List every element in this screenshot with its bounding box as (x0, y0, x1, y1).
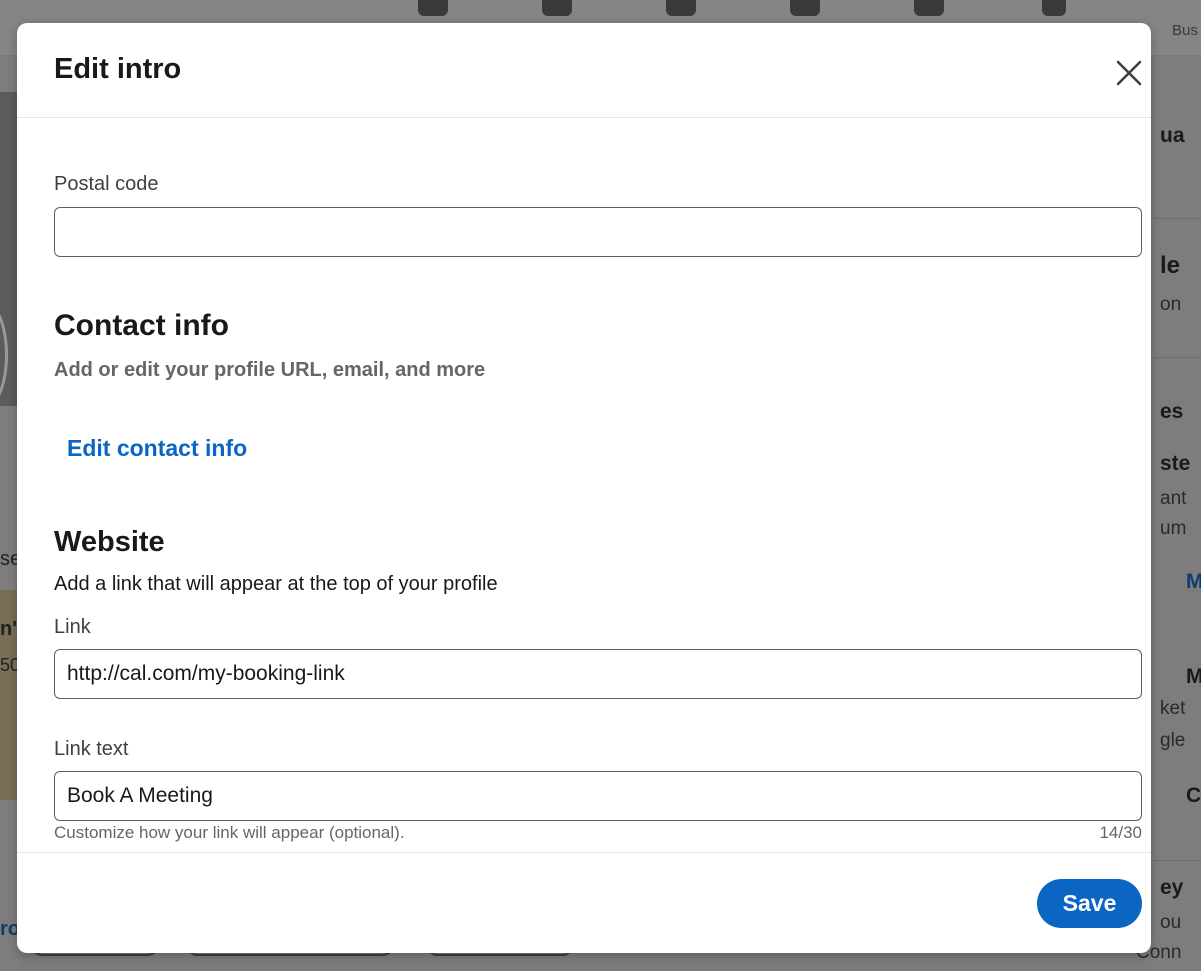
background-right-text: ket (1160, 698, 1186, 719)
background-divider (1153, 218, 1201, 219)
background-divider (1153, 357, 1201, 358)
link-label: Link (54, 616, 91, 638)
background-right-text: M (1186, 570, 1201, 593)
network-icon (542, 0, 572, 16)
postal-code-input[interactable] (54, 207, 1142, 257)
contact-info-subtitle: Add or edit your profile URL, email, and… (54, 359, 486, 381)
background-left-text: n' (0, 618, 17, 640)
business-icon (1042, 0, 1066, 16)
background-right-text: M (1186, 665, 1201, 688)
jobs-icon (666, 0, 696, 16)
background-right-text: C (1186, 784, 1201, 807)
messaging-icon (790, 0, 820, 16)
background-right-column (1153, 56, 1201, 971)
link-text-helper: Customize how your link will appear (opt… (54, 823, 405, 842)
postal-code-label: Postal code (54, 173, 159, 195)
home-icon (418, 0, 448, 16)
save-button[interactable]: Save (1037, 879, 1142, 928)
background-right-text: le (1160, 252, 1181, 279)
background-right-text: ste (1160, 452, 1191, 475)
background-right-text: es (1160, 400, 1184, 423)
modal-title: Edit intro (54, 53, 182, 85)
background-divider (1153, 860, 1201, 861)
background-right-text: ua (1160, 124, 1185, 147)
link-text-counter: 14/30 (1099, 823, 1142, 842)
background-right-text: gle (1160, 730, 1186, 751)
notifications-icon (914, 0, 944, 16)
close-icon (1116, 60, 1142, 86)
background-right-text: ant (1160, 488, 1187, 509)
business-nav-label: Bus (1172, 22, 1198, 39)
background-right-text: ou (1160, 912, 1182, 933)
background-right-text: um (1160, 518, 1187, 539)
edit-contact-info-link[interactable]: Edit contact info (67, 435, 247, 462)
website-description: Add a link that will appear at the top o… (54, 573, 498, 595)
close-button[interactable] (1109, 53, 1149, 93)
website-title: Website (54, 526, 165, 558)
link-text-label: Link text (54, 738, 129, 760)
modal-header: Edit intro (17, 23, 1151, 118)
link-text-input[interactable] (54, 771, 1142, 821)
background-right-text: ey (1160, 876, 1184, 899)
background-right-text: on (1160, 294, 1182, 315)
contact-info-title: Contact info (54, 309, 229, 342)
link-input[interactable] (54, 649, 1142, 699)
edit-intro-modal: Edit intro Postal code Contact info Add … (17, 23, 1151, 953)
modal-footer: Save (17, 852, 1151, 953)
